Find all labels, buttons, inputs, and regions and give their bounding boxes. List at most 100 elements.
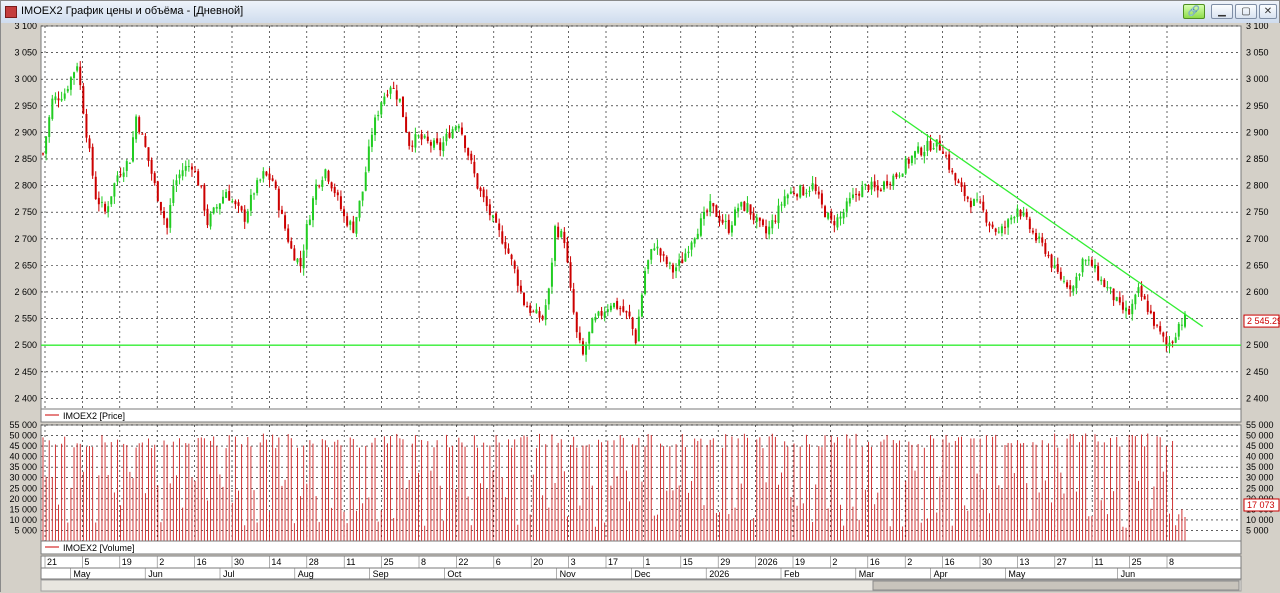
candle-body: [125, 161, 128, 171]
candle-body: [156, 181, 159, 202]
candle-body: [898, 175, 901, 177]
candle-body: [426, 136, 429, 141]
day-tick-label: 2026: [758, 557, 778, 567]
candle-body: [79, 66, 82, 86]
candle-body: [308, 219, 311, 225]
price-tick-label: 2 650: [14, 260, 37, 270]
candle-body: [941, 151, 944, 154]
candle-body: [550, 262, 553, 287]
candle-body: [625, 310, 628, 313]
candle-body: [513, 261, 516, 269]
candle-body: [1125, 307, 1128, 312]
candle-body: [783, 196, 786, 206]
last-price-text: 2 545.29: [1247, 316, 1280, 326]
candle-body: [544, 305, 547, 320]
candle-body: [268, 173, 271, 180]
candle-body: [262, 171, 265, 179]
candle-body: [808, 190, 811, 192]
candle-body: [743, 201, 746, 211]
candle-body: [585, 345, 588, 355]
candle-body: [336, 192, 339, 196]
link-icon[interactable]: 🔗: [1183, 4, 1205, 19]
candle-body: [771, 220, 774, 229]
candle-body: [358, 200, 361, 218]
month-tick-label: Nov: [560, 569, 577, 579]
volume-tick-label: 45 000: [1246, 441, 1274, 451]
candle-body: [200, 185, 203, 187]
day-tick-label: 20: [533, 557, 543, 567]
candle-body: [690, 242, 693, 250]
candle-body: [343, 209, 346, 217]
candle-body: [1109, 286, 1112, 289]
month-tick-label: Jul: [223, 569, 235, 579]
candle-body: [575, 312, 578, 333]
candle-body: [538, 311, 541, 318]
candle-body: [613, 302, 615, 308]
candle-body: [858, 193, 861, 196]
candle-body: [886, 181, 889, 186]
candle-body: [929, 140, 932, 151]
candle-body: [519, 285, 522, 292]
candle-body: [414, 134, 417, 148]
close-button[interactable]: ✕: [1259, 4, 1277, 19]
candle-body: [1062, 280, 1065, 282]
price-tick-label: 2 800: [1246, 181, 1269, 191]
candle-body: [82, 86, 85, 114]
candle-body: [1019, 209, 1022, 217]
candle-body: [749, 204, 752, 215]
candle-body: [696, 233, 699, 240]
candle-body: [861, 186, 864, 198]
price-tick-label: 3 000: [14, 74, 37, 84]
price-volume-chart[interactable]: 3 100 3 050 3 000 2 950 2 900 2 850 2 800 2 750…: [1, 23, 1280, 593]
candle-body: [1184, 313, 1186, 327]
maximize-button[interactable]: ▢: [1235, 4, 1257, 19]
price-y-axis-right: 3 100 3 050 3 000 2 950 2 900 2 850 2 800 2 750…: [1246, 23, 1269, 403]
candle-body: [277, 188, 280, 211]
candle-body: [1177, 323, 1180, 337]
candle-body: [910, 155, 913, 164]
last-price-label: 2 545.29: [1243, 314, 1280, 328]
candle-body: [69, 77, 72, 90]
scrollbar-thumb[interactable]: [872, 580, 1240, 591]
volume-tick-label: 25 000: [1246, 483, 1274, 493]
candle-body: [491, 215, 494, 218]
candle-body: [882, 181, 885, 190]
candle-body: [107, 206, 110, 212]
candle-body: [727, 219, 730, 233]
candle-body: [600, 311, 603, 316]
candle-body: [367, 146, 370, 171]
candle-body: [383, 96, 386, 105]
candle-body: [836, 217, 839, 228]
candle-body: [45, 136, 48, 154]
candle-body: [321, 180, 324, 187]
candle-body: [1097, 266, 1100, 281]
day-tick-label: 29: [720, 557, 730, 567]
title-bar[interactable]: IMOEX2 График цены и объёма - [Дневной] …: [1, 1, 1279, 24]
day-tick-label: 15: [683, 557, 693, 567]
month-tick-label: Mar: [859, 569, 875, 579]
candle-body: [299, 257, 302, 267]
candle-body: [498, 223, 501, 231]
candle-body: [932, 148, 935, 150]
candle-body: [429, 142, 432, 146]
candle-body: [100, 201, 103, 203]
candle-body: [411, 145, 414, 147]
candle-body: [203, 184, 206, 211]
candle-body: [712, 203, 715, 207]
candle-body: [1007, 219, 1010, 228]
candle-body: [305, 224, 308, 250]
candle-body: [1090, 259, 1093, 267]
candle-body: [1171, 341, 1174, 343]
minimize-button[interactable]: ▁: [1211, 4, 1233, 19]
candle-body: [1100, 279, 1103, 282]
candle-body: [1180, 324, 1183, 326]
candle-body: [104, 203, 107, 212]
candle-body: [231, 201, 234, 203]
candle-body: [221, 196, 224, 204]
candle-body: [597, 311, 600, 316]
price-legend-strip: [40, 408, 1242, 423]
candle-body: [820, 193, 823, 205]
candle-body: [1013, 217, 1016, 219]
candle-body: [85, 113, 88, 138]
candle-body: [811, 183, 814, 190]
